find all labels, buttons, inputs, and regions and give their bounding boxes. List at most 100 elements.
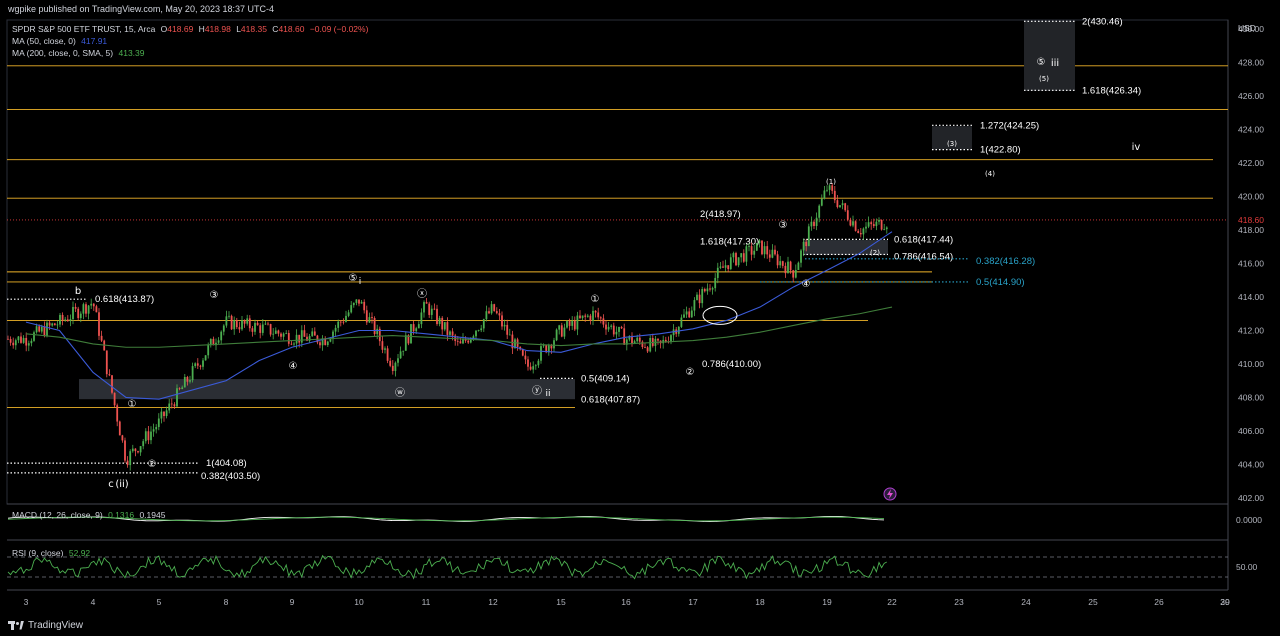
candle-body — [373, 318, 376, 335]
time-tick-label: 12 — [488, 597, 498, 607]
candle-body — [498, 313, 501, 316]
candle-body — [116, 405, 119, 422]
candle-body — [347, 312, 350, 316]
price-tick-label: 404.00 — [1238, 460, 1264, 470]
candle-body — [646, 347, 649, 352]
high-label: H — [198, 24, 205, 34]
candle-body — [287, 333, 290, 344]
candle-body — [742, 253, 745, 262]
candle-body — [363, 301, 366, 311]
close-value: 418.60 — [278, 24, 305, 34]
time-tick-label: 22 — [887, 597, 897, 607]
candle-body — [579, 315, 581, 319]
rsi-value: 52.92 — [68, 548, 91, 558]
candle-body — [64, 319, 67, 321]
candle-body — [456, 340, 459, 342]
candle-body — [90, 303, 93, 306]
candle-body — [698, 294, 701, 304]
price-tick-label: 402.00 — [1238, 493, 1264, 503]
candle-body — [7, 338, 9, 340]
candle-body — [553, 340, 555, 349]
rsi-label: RSI (9, close) — [12, 548, 64, 558]
candle-body — [35, 326, 38, 333]
candle-body — [345, 315, 347, 322]
candle-body — [220, 331, 223, 341]
candle-body — [735, 253, 737, 266]
candle-body — [415, 328, 418, 332]
candle-body — [222, 325, 225, 332]
candle-body — [875, 221, 878, 227]
candle-body — [27, 343, 30, 346]
candle-body — [524, 355, 527, 360]
candle-body — [449, 331, 451, 335]
candle-body — [872, 224, 875, 227]
candle-body — [485, 311, 488, 320]
candle-body — [85, 304, 87, 314]
ma50-label: MA (50, close, 0) — [12, 36, 76, 46]
candle-body — [815, 217, 818, 227]
time-tick-label: 16 — [621, 597, 631, 607]
candle-body — [165, 410, 168, 417]
candle-body — [826, 189, 828, 191]
candle-body — [857, 230, 860, 233]
candle-body — [867, 222, 870, 227]
candle-body — [254, 322, 256, 332]
candle-body — [745, 246, 748, 262]
macd-label: MACD (12, 26, close, 9) — [12, 510, 103, 520]
candle-body — [241, 320, 243, 330]
candle-body — [144, 431, 147, 442]
candle-body — [716, 267, 719, 278]
candle-body — [228, 315, 230, 317]
candle-body — [482, 319, 485, 329]
candle-body — [589, 315, 592, 321]
wave-label: ⓧ — [417, 288, 427, 300]
candle-body — [410, 324, 412, 344]
wave-label: ⓨ — [532, 385, 542, 397]
fib-level-label: 1.272(424.25) — [980, 120, 1039, 131]
candle-body — [371, 317, 373, 319]
candle-body — [311, 331, 314, 337]
candle-body — [368, 317, 371, 323]
candle-body — [20, 336, 22, 343]
candle-body — [303, 330, 306, 337]
candle-body — [337, 321, 340, 328]
time-tick-label: 11 — [422, 597, 431, 607]
candle-body — [199, 365, 202, 367]
wave-label: ii — [545, 389, 550, 399]
candle-body — [844, 203, 847, 211]
candle-body — [623, 328, 626, 345]
candle-body — [293, 343, 295, 345]
candle-body — [207, 345, 210, 356]
candle-body — [61, 314, 64, 321]
candle-body — [781, 261, 784, 266]
price-pane-frame — [6, 19, 1229, 505]
candle-body — [703, 288, 706, 292]
candle-body — [508, 334, 511, 336]
candle-body — [563, 327, 566, 337]
price-tick-label: 424.00 — [1238, 125, 1264, 135]
candle-body — [506, 324, 509, 335]
macd-legend: MACD (12, 26, close, 9) 0.1316 0.1945 — [12, 510, 168, 520]
candle-body — [472, 336, 475, 339]
candle-body — [620, 326, 623, 329]
candle-body — [701, 288, 704, 304]
ohlc-values: O418.69 H418.98 L418.35 C418.60 −0.09 (−… — [161, 24, 372, 34]
candle-body — [607, 326, 610, 330]
candle-body — [243, 320, 246, 324]
candle-body — [147, 431, 150, 441]
candle-body — [118, 421, 121, 436]
symbol-legend: SPDR S&P 500 ETF TRUST, 15, Arca O418.69… — [12, 24, 374, 34]
fib-level-label: 1.618(417.30) — [700, 237, 759, 248]
wave-label: ⑤ — [349, 273, 358, 284]
candle-body — [597, 312, 600, 318]
candle-body — [605, 324, 607, 330]
candle-body — [680, 317, 683, 327]
candle-body — [657, 338, 659, 341]
price-chart[interactable]: 402.00 404.00 406.00 408.00 410.00 412.00 414.… — [0, 0, 1280, 636]
time-tick-label: 17 — [688, 597, 698, 607]
candle-body — [784, 265, 787, 274]
price-tick-label: 412.00 — [1238, 326, 1264, 336]
candle-body — [696, 294, 698, 301]
candles-group — [7, 182, 888, 471]
price-tick-label: 428.00 — [1238, 58, 1264, 68]
